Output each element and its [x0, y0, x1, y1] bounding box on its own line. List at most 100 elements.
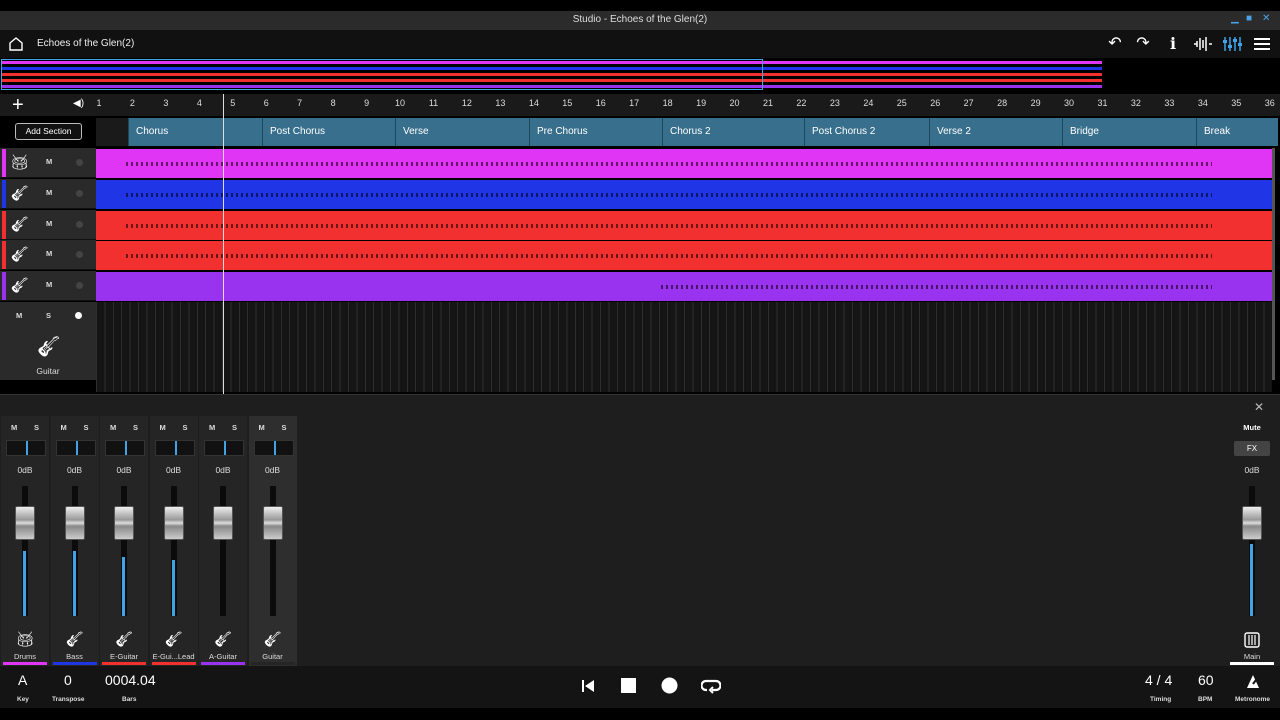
fader-knob[interactable] [64, 506, 85, 540]
fader-knob[interactable] [262, 506, 283, 540]
main-mute-button[interactable]: Mute [1228, 423, 1276, 432]
fader-knob[interactable] [15, 506, 35, 540]
close-icon[interactable]: ✕ [1262, 13, 1270, 24]
empty-track-lane[interactable] [96, 302, 1272, 392]
ruler-bar-number: 18 [662, 98, 673, 108]
arrangement-overview[interactable] [0, 58, 1280, 94]
audio-region[interactable] [96, 241, 1272, 271]
record-arm-button[interactable] [75, 312, 82, 319]
record-arm-button[interactable] [76, 220, 83, 228]
solo-button[interactable]: S [46, 311, 51, 320]
fader-knob[interactable] [114, 506, 134, 540]
mute-button[interactable]: M [46, 188, 52, 197]
track-header[interactable]: 🎸︎ M [0, 209, 96, 240]
minimize-icon[interactable]: ▁ [1231, 13, 1239, 24]
track-header[interactable]: 🎸︎ M [0, 271, 96, 302]
fx-button[interactable]: FX [1234, 441, 1270, 456]
empty-track-header[interactable]: M S 🎸︎ Guitar [0, 302, 96, 380]
ruler-bar-number: 10 [395, 98, 406, 108]
pan-control[interactable] [154, 440, 195, 456]
mute-button[interactable]: M [259, 423, 265, 432]
redo-icon[interactable]: ↷ [1133, 34, 1153, 54]
mute-button[interactable]: M [46, 280, 52, 289]
pan-control[interactable] [6, 440, 46, 456]
record-arm-button[interactable] [76, 159, 83, 166]
record-arm-button[interactable] [76, 282, 83, 290]
section-block[interactable]: Verse [395, 118, 529, 146]
mute-button[interactable]: M [61, 423, 67, 432]
menu-icon[interactable] [1252, 34, 1272, 54]
record-icon[interactable] [661, 677, 678, 694]
section-block[interactable]: Post Chorus 2 [804, 118, 929, 146]
section-block[interactable]: Chorus 2 [662, 118, 804, 146]
section-block[interactable]: Bridge [1062, 118, 1196, 146]
solo-button[interactable]: S [34, 423, 39, 432]
ruler-bar-number: 22 [796, 98, 807, 108]
add-section-button[interactable]: Add Section [15, 123, 82, 140]
timing-value[interactable]: 4 / 4 [1145, 672, 1172, 688]
close-mixer-icon[interactable]: ✕ [1254, 400, 1264, 414]
mute-button[interactable]: M [11, 423, 17, 432]
section-block[interactable]: Chorus [128, 118, 262, 146]
pan-control[interactable] [105, 440, 145, 456]
section-block[interactable]: Verse 2 [929, 118, 1062, 146]
undo-icon[interactable]: ↶ [1105, 34, 1125, 54]
fader-knob[interactable] [213, 506, 233, 540]
pan-control[interactable] [55, 440, 96, 456]
record-arm-button[interactable] [76, 189, 83, 197]
timeline-ruler[interactable]: 1 2 3 4 5 6 7 8 9 10 11 12 13 14 15 16 17 18 19 20 21 22 23 24 2… [96, 94, 1280, 116]
solo-button[interactable]: S [84, 423, 89, 432]
ruler-bar-number: 13 [495, 98, 506, 108]
track-header[interactable]: 🎸︎ M [0, 240, 96, 271]
audio-region[interactable] [96, 179, 1272, 209]
record-arm-button[interactable] [76, 251, 83, 259]
ruler-bar-number: 35 [1231, 98, 1242, 108]
loop-icon[interactable] [701, 678, 721, 694]
restore-icon[interactable]: ■ [1246, 13, 1252, 24]
mute-button[interactable]: M [46, 219, 52, 228]
fader-knob[interactable] [163, 506, 184, 540]
audio-region[interactable] [96, 210, 1272, 240]
bpm-value[interactable]: 60 [1198, 672, 1214, 688]
bpm-label: BPM [1198, 696, 1213, 703]
key-value[interactable]: A [18, 672, 27, 688]
main-underline [1230, 662, 1274, 665]
track-header[interactable]: 🎸︎ M [0, 178, 96, 209]
guitar-icon: 🎸︎ [114, 631, 134, 648]
track-header[interactable]: 🥁︎ M [0, 148, 96, 178]
section-block[interactable]: Post Chorus [262, 118, 395, 146]
mute-button[interactable]: M [160, 423, 166, 432]
section-block[interactable]: Break [1196, 118, 1278, 146]
pan-control[interactable] [253, 440, 294, 456]
home-icon[interactable] [9, 37, 23, 51]
mute-button[interactable]: M [110, 423, 116, 432]
stop-icon[interactable] [621, 678, 636, 693]
solo-button[interactable]: S [282, 423, 287, 432]
speaker-icon[interactable]: ◀) [73, 98, 84, 109]
bars-position[interactable]: 0004.04 [105, 672, 156, 688]
sections-lane: Chorus Post Chorus Verse Pre Chorus Chorus 2… [128, 118, 1278, 146]
playhead[interactable] [223, 94, 224, 394]
section-block[interactable]: Pre Chorus [529, 118, 662, 146]
transpose-value[interactable]: 0 [64, 672, 72, 688]
solo-button[interactable]: S [133, 423, 138, 432]
solo-button[interactable]: S [183, 423, 188, 432]
mute-button[interactable]: M [46, 249, 52, 258]
solo-button[interactable]: S [232, 423, 237, 432]
metronome-icon[interactable] [1245, 673, 1261, 689]
vertical-scrollbar[interactable] [1272, 148, 1275, 380]
mute-button[interactable]: M [209, 423, 215, 432]
waveform-editor-icon[interactable] [1193, 34, 1213, 54]
mute-button[interactable]: M [46, 157, 52, 166]
audio-region[interactable] [96, 149, 1272, 178]
ruler-bar-number: 30 [1064, 98, 1075, 108]
audio-region[interactable] [96, 272, 1272, 302]
info-icon[interactable]: i [1163, 34, 1183, 54]
pan-control[interactable] [204, 440, 244, 456]
mute-button[interactable]: M [16, 311, 22, 320]
main-fader-knob[interactable] [1242, 506, 1262, 540]
mixer-view-icon[interactable] [1222, 34, 1242, 54]
add-track-icon[interactable]: + [12, 94, 24, 116]
overview-viewport-window[interactable] [1, 59, 763, 90]
rewind-to-start-icon[interactable] [581, 679, 595, 693]
